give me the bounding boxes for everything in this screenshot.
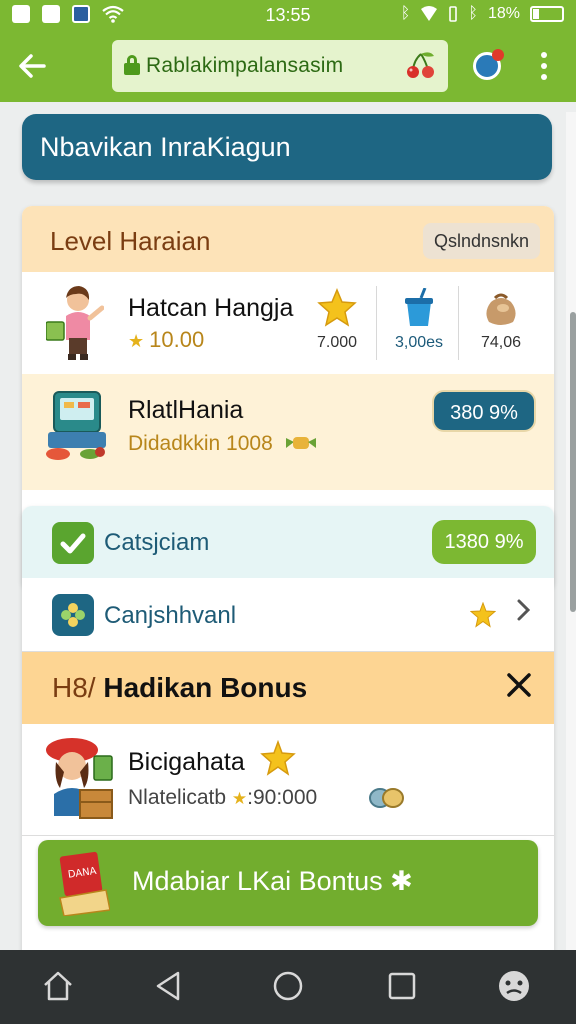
level-header: Level Haraian Qslndnsnkn (22, 206, 554, 272)
profile-name: Hatcan Hangja (128, 294, 294, 322)
girl-with-box-icon (46, 738, 113, 819)
clover-icon (52, 594, 94, 636)
page-content: Nbavikan InraKiagun Level Haraian Qslndn… (0, 102, 576, 950)
avatar (46, 286, 104, 360)
chevron-right-icon (516, 596, 532, 632)
cash-register-icon (46, 391, 106, 460)
lock-icon (124, 55, 140, 75)
stat-coin-bag: 74,06 (460, 288, 542, 358)
browser-toolbar: Rablakimpalansasim (0, 30, 576, 102)
recents-square-icon[interactable] (384, 968, 420, 1004)
battery-percent: 18% (487, 5, 520, 22)
candy-icon (286, 437, 316, 449)
stat-value: 3,00es (394, 334, 444, 351)
task-list-card: Catsjciam 1380 9% Canjshhvanl H8/ Hadika… (22, 506, 554, 950)
bonus-item-name: Bicigahata (128, 748, 245, 776)
stat-value: 7.000 (316, 334, 358, 351)
bonus-item[interactable]: Bicigahata Nlatelicatb ★:90:000 (22, 724, 554, 836)
bluetooth-icon: ᛒ (400, 5, 411, 22)
sparkle-icon: ✱ (390, 866, 413, 896)
progress-subtitle: Didadkkin 1008 (128, 432, 273, 455)
overflow-menu-icon[interactable] (534, 48, 554, 84)
profile-points: ★ 10.00 (128, 327, 205, 352)
stat-cup: 3,00es (378, 288, 460, 358)
sparkle-star-icon (260, 740, 296, 776)
page-title: Nbavikan InraKiagun (22, 114, 552, 180)
cherries-icon (407, 52, 434, 78)
vibrate-icon (449, 6, 458, 22)
check-icon (52, 522, 94, 564)
progress-percent-badge[interactable]: 380 9% (432, 390, 536, 432)
level-row-progress[interactable]: RlatlHania Didadkkin 1008 380 9% (22, 374, 554, 490)
gift-voucher-icon: DANA (59, 851, 110, 916)
cup-icon (405, 288, 433, 326)
battery-icon (530, 6, 564, 22)
url-bar[interactable]: Rablakimpalansasim (112, 40, 448, 92)
bonus-header: H8/ Hadikan Bonus (22, 652, 554, 724)
url-text: Rablakimpalansasim (146, 54, 344, 77)
back-arrow-icon[interactable] (14, 48, 50, 84)
status-bar: 13:55 ᛒ ᛒ 18% (0, 0, 576, 30)
home-circle-icon[interactable] (270, 968, 306, 1004)
bonus-item-subtitle: Nlatelicatb ★:90:000 (128, 786, 318, 809)
extension-badge-icon[interactable] (473, 49, 504, 80)
home-icon[interactable] (40, 968, 76, 1004)
list-item-navigation[interactable]: Canjshhvanl (22, 578, 554, 652)
small-star-icon: ★ (128, 331, 150, 351)
coins-icon (369, 788, 404, 808)
star-icon (470, 602, 496, 628)
star-icon (317, 288, 357, 327)
claim-bonus-button[interactable]: DANA Mdabiar LKai Bontus ✱ (38, 840, 538, 926)
assistant-face-icon[interactable] (496, 968, 532, 1004)
claim-bonus-label: Mdabiar LKai Bontus ✱ (132, 866, 413, 896)
level-row-profile[interactable]: Hatcan Hangja ★ 10.00 7.000 3,00es 74,06 (22, 272, 554, 374)
bonus-title: H8/ Hadikan Bonus (52, 672, 308, 703)
system-nav-bar (0, 950, 576, 1024)
level-title: Level Haraian (50, 226, 211, 256)
list-item-label: Catsjciam (104, 529, 210, 556)
list-item-checked[interactable]: Catsjciam 1380 9% (22, 506, 554, 578)
small-star-icon: ★ (231, 789, 248, 808)
back-triangle-icon[interactable] (150, 968, 186, 1004)
list-item-label: Canjshhvanl (104, 602, 237, 629)
close-icon[interactable] (506, 664, 532, 707)
bluetooth-secondary-icon: ᛒ (468, 5, 478, 22)
signal-wifi-icon (421, 6, 438, 21)
level-details-button[interactable]: Qslndnsnkn (422, 223, 540, 259)
coin-bag-icon (486, 293, 516, 325)
list-item-badge[interactable]: 1380 9% (432, 520, 536, 564)
stat-value: 74,06 (480, 334, 522, 351)
scrollbar[interactable] (570, 312, 576, 612)
progress-name: RlatlHania (128, 396, 244, 424)
stat-star: 7.000 (296, 288, 378, 358)
